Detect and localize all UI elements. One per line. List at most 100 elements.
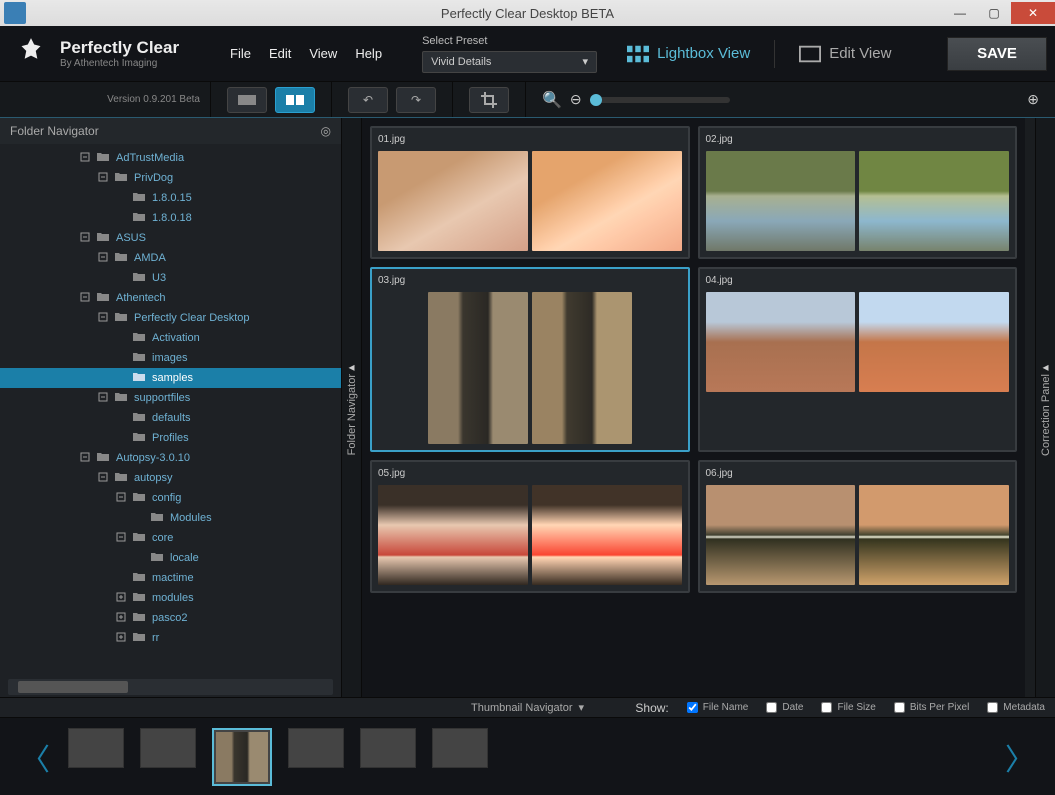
single-pane-button[interactable] [227, 87, 267, 113]
show-bits-per-pixel-checkbox[interactable]: Bits Per Pixel [894, 702, 969, 713]
tree-item-core[interactable]: core [0, 528, 341, 548]
menu-edit[interactable]: Edit [269, 46, 291, 61]
collapse-icon[interactable] [80, 232, 90, 242]
tree-item-pasco2[interactable]: pasco2 [0, 608, 341, 628]
target-icon[interactable]: ◎ [321, 124, 331, 138]
strip-thumb[interactable] [68, 728, 124, 768]
menu-help[interactable]: Help [355, 46, 382, 61]
gallery-vscroll[interactable] [1025, 118, 1035, 697]
version-label: Version 0.9.201 Beta [0, 94, 210, 105]
maximize-button[interactable]: ▢ [977, 2, 1011, 24]
folder-icon [150, 551, 164, 562]
undo-button[interactable]: ↶ [348, 87, 388, 113]
tree-item-supportfiles[interactable]: supportfiles [0, 388, 341, 408]
tree-item-defaults[interactable]: defaults [0, 408, 341, 428]
gallery-cell[interactable]: 05.jpg [370, 460, 690, 593]
tree-item-images[interactable]: images [0, 348, 341, 368]
tree-item-athentech[interactable]: Athentech [0, 288, 341, 308]
collapse-icon[interactable] [80, 292, 90, 302]
expand-icon[interactable] [116, 592, 126, 602]
tree-item-amda[interactable]: AMDA [0, 248, 341, 268]
preset-value: Vivid Details [431, 56, 491, 68]
show-file-size-checkbox[interactable]: File Size [821, 702, 875, 713]
folder-icon [132, 351, 146, 362]
lightbox-view-button[interactable]: Lightbox View [627, 45, 750, 63]
tree-item-modules[interactable]: modules [0, 588, 341, 608]
tree-item-autopsy[interactable]: autopsy [0, 468, 341, 488]
show-file-name-checkbox[interactable]: File Name [687, 702, 749, 713]
tree-item-activation[interactable]: Activation [0, 328, 341, 348]
strip-next-button[interactable]: 〉 [1005, 735, 1035, 779]
preset-select[interactable]: Vivid Details ▾ [422, 51, 597, 73]
tree-item-modules[interactable]: Modules [0, 508, 341, 528]
left-collapse-rail[interactable]: ◂ Folder Navigator [342, 118, 362, 697]
image-gallery: 01.jpg02.jpg03.jpg04.jpg05.jpg 06.jpg [362, 118, 1025, 697]
strip-thumb[interactable] [140, 728, 196, 768]
folder-tree[interactable]: AdTrustMediaPrivDog 1.8.0.15 1.8.0.18ASUS A… [0, 144, 341, 677]
tree-item-rr[interactable]: rr [0, 628, 341, 648]
tree-item-perfectly-clear-desktop[interactable]: Perfectly Clear Desktop [0, 308, 341, 328]
collapse-icon[interactable] [80, 152, 90, 162]
tree-item-samples[interactable]: samples [0, 368, 341, 388]
zoom-slider[interactable] [590, 97, 730, 103]
collapse-icon[interactable] [98, 252, 108, 262]
zoom-in-icon[interactable]: ⊕ [1027, 91, 1039, 108]
menu-view[interactable]: View [309, 46, 337, 61]
gallery-cell[interactable]: 04.jpg [698, 267, 1018, 452]
zoom-icon: 🔍 [542, 90, 562, 110]
split-pane-button[interactable] [275, 87, 315, 113]
tree-item-asus[interactable]: ASUS [0, 228, 341, 248]
chevron-down-icon[interactable]: ▾ [578, 701, 584, 714]
strip-thumb[interactable] [432, 728, 488, 768]
redo-button[interactable]: ↷ [396, 87, 436, 113]
gallery-footer: Thumbnail Navigator ▾ Show: File NameDat… [0, 697, 1055, 717]
tree-item-1-8-0-18[interactable]: 1.8.0.18 [0, 208, 341, 228]
gallery-cell[interactable]: 06.jpg [698, 460, 1018, 593]
zoom-out-icon[interactable]: ⊖ [570, 91, 582, 108]
crop-button[interactable] [469, 87, 509, 113]
collapse-icon[interactable] [98, 472, 108, 482]
gallery-cell[interactable]: 01.jpg [370, 126, 690, 259]
folder-icon [114, 311, 128, 322]
menu-file[interactable]: File [230, 46, 251, 61]
collapse-icon[interactable] [80, 452, 90, 462]
after-image [859, 485, 1009, 585]
tree-item-privdog[interactable]: PrivDog [0, 168, 341, 188]
tree-item-adtrustmedia[interactable]: AdTrustMedia [0, 148, 341, 168]
edit-view-button[interactable]: Edit View [799, 45, 891, 63]
strip-prev-button[interactable]: 〈 [20, 735, 50, 779]
right-collapse-rail[interactable]: ◂ Correction Panel [1035, 118, 1055, 697]
expand-icon[interactable] [116, 632, 126, 642]
tree-item-label: 1.8.0.15 [152, 192, 192, 204]
strip-thumb[interactable] [212, 728, 272, 786]
collapse-icon[interactable] [116, 492, 126, 502]
tree-hscroll[interactable] [8, 679, 333, 695]
tree-item-profiles[interactable]: Profiles [0, 428, 341, 448]
tree-item-1-8-0-15[interactable]: 1.8.0.15 [0, 188, 341, 208]
gallery-cell[interactable]: 03.jpg [370, 267, 690, 452]
save-button[interactable]: SAVE [947, 37, 1047, 71]
collapse-icon[interactable] [98, 312, 108, 322]
collapse-icon[interactable] [98, 392, 108, 402]
image-filename: 06.jpg [706, 468, 1010, 479]
collapse-icon[interactable] [98, 172, 108, 182]
tree-item-config[interactable]: config [0, 488, 341, 508]
expand-icon[interactable] [116, 612, 126, 622]
gallery-cell[interactable]: 02.jpg [698, 126, 1018, 259]
strip-thumb[interactable] [360, 728, 416, 768]
close-button[interactable]: ✕ [1011, 2, 1055, 24]
tree-item-autopsy-3-0-10[interactable]: Autopsy-3.0.10 [0, 448, 341, 468]
folder-icon [132, 431, 146, 442]
minimize-button[interactable]: — [943, 2, 977, 24]
show-date-checkbox[interactable]: Date [766, 702, 803, 713]
app-header: Perfectly Clear By Athentech Imaging Fil… [0, 26, 1055, 82]
tree-item-label: AMDA [134, 252, 166, 264]
preset-label: Select Preset [422, 35, 597, 47]
tree-item-mactime[interactable]: mactime [0, 568, 341, 588]
tree-item-u3[interactable]: U3 [0, 268, 341, 288]
tree-item-locale[interactable]: locale [0, 548, 341, 568]
strip-thumb[interactable] [288, 728, 344, 768]
collapse-icon[interactable] [116, 532, 126, 542]
tree-item-label: U3 [152, 272, 166, 284]
show-metadata-checkbox[interactable]: Metadata [987, 702, 1045, 713]
